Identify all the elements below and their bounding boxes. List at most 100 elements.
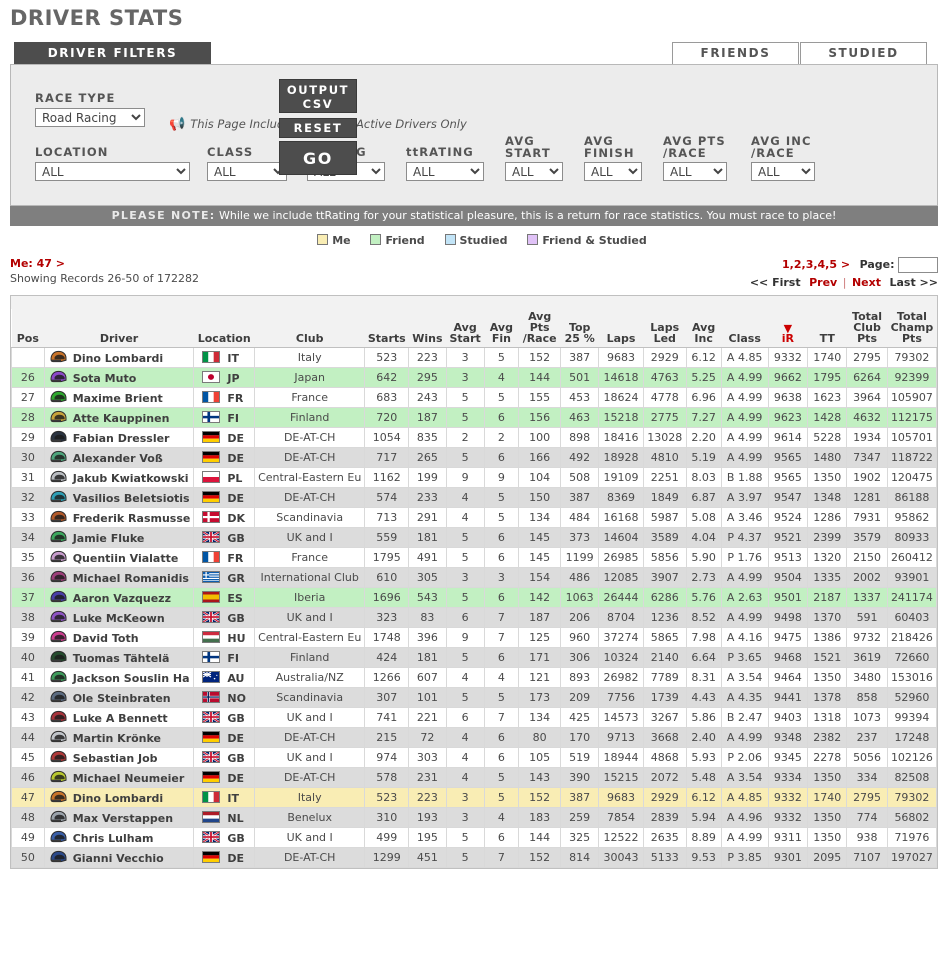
cell-top25: 486 — [560, 567, 600, 588]
tab-studied[interactable]: STUDIED — [800, 42, 927, 64]
cell-starts: 683 — [364, 387, 410, 408]
col-header-driver[interactable]: Driver — [44, 309, 194, 348]
table-row[interactable]: 43 Luke A Bennett GB UK and I 741 221 6 7 134 425… — [11, 707, 938, 728]
table-row[interactable]: 31 Jakub Kwiatkowski PL Central-Eastern Eu 1… — [11, 467, 938, 488]
table-row[interactable]: 27 Maxime Brient FR France 683 243 5 5 155 453 186… — [11, 387, 938, 408]
col-header-total-champ-pts[interactable]: Total Champ Pts — [887, 309, 937, 348]
last-page-link[interactable]: Last >> — [889, 276, 938, 289]
cell-laps: 12085 — [598, 567, 644, 588]
output-csv-button[interactable]: OUTPUT CSV — [279, 79, 357, 113]
reset-button[interactable]: RESET — [279, 118, 357, 138]
cell-tt-text: 2278 — [813, 751, 842, 764]
col-header-pos[interactable]: Pos — [11, 309, 45, 348]
cell-ir-text: 9498 — [773, 611, 802, 624]
col-header-avg-start[interactable]: Avg Start — [446, 309, 485, 348]
col-header-laps-led[interactable]: Laps Led — [643, 309, 687, 348]
table-row[interactable]: 29 Fabian Dressler DE DE-AT-CH 1054 835 2 2 100 8… — [11, 427, 938, 448]
cell-avg-inc: 6.64 — [685, 647, 722, 668]
cell-top25-text: 170 — [569, 731, 591, 744]
avg-pts-race-select[interactable]: ALL — [663, 162, 727, 181]
col-header-ir[interactable]: ▼ iR — [768, 309, 808, 348]
table-row[interactable]: 41 Jackson Souslin Ha AU Australia/NZ 1266 60… — [11, 667, 938, 688]
first-page-link[interactable]: << First — [750, 276, 801, 289]
cell-avg-start: 4 — [445, 747, 485, 768]
cell-laps-text: 9683 — [607, 351, 636, 364]
col-header-wins[interactable]: Wins — [408, 309, 446, 348]
cell-driver: Sota Muto — [43, 367, 195, 388]
table-row[interactable]: Dino Lombardi IT Italy 523 223 3 5 152 387 9683 29… — [11, 347, 938, 368]
table-row[interactable]: 28 Atte Kauppinen FI Finland 720 187 5 6 156 463 1… — [11, 407, 938, 428]
go-button[interactable]: GO — [279, 141, 357, 175]
table-row[interactable]: 48 Max Verstappen NL Benelux 310 193 3 4 183 259 7… — [11, 807, 938, 828]
cell-laps-led: 5987 — [642, 507, 687, 528]
table-row[interactable]: 40 Tuomas Tähtelä FI Finland 424 181 5 6 171 306 1… — [11, 647, 938, 668]
cell-ir: 9501 — [767, 587, 809, 608]
table-row[interactable]: 39 David Toth HU Central-Eastern Eu 1748 396 9… — [11, 627, 938, 648]
avg-start-select[interactable]: ALL — [505, 162, 563, 181]
cell-wins-text: 265 — [416, 451, 438, 464]
table-row[interactable]: 38 Luke McKeown GB UK and I 323 83 6 7 187 206 870… — [11, 607, 938, 628]
table-row[interactable]: 33 Frederik Rasmusse DK Scandinavia 713 291 4 5… — [11, 507, 938, 528]
next-page-link[interactable]: Next — [852, 276, 881, 289]
col-header-total-club-pts[interactable]: Total Club Pts — [846, 309, 888, 348]
table-row[interactable]: 46 Michael Neumeier DE DE-AT-CH 578 231 4 5 143 3… — [11, 767, 938, 788]
col-header-tt[interactable]: TT — [807, 309, 847, 348]
table-row[interactable]: 30 Alexander Voß DE DE-AT-CH 717 265 5 6 166 492 1… — [11, 447, 938, 468]
cell-class: A 4.35 — [720, 687, 769, 708]
cell-ir: 9498 — [767, 607, 809, 628]
col-header-class[interactable]: Class — [721, 309, 769, 348]
col-header-location[interactable]: Location — [193, 309, 255, 348]
table-row[interactable]: 45 Sebastian Job GB UK and I 974 303 4 6 105 519 1… — [11, 747, 938, 768]
ttrating-select[interactable]: ALL — [406, 162, 484, 181]
tab-friends[interactable]: FRIENDS — [672, 42, 799, 64]
cell-starts-text: 578 — [376, 771, 398, 784]
page-number-links[interactable]: 1,2,3,4,5 > — [782, 258, 850, 271]
cell-total-champ-pts-text: 102126 — [890, 751, 933, 764]
col-header-avg-inc[interactable]: Avg Inc — [686, 309, 722, 348]
cell-avg-pts-race-text: 121 — [529, 671, 551, 684]
col-header-top25[interactable]: Top 25 % — [560, 309, 599, 348]
table-row[interactable]: 37 Aaron Vazquezz ES Iberia 1696 543 5 6 142 1063… — [11, 587, 938, 608]
cell-club: Iberia — [254, 587, 366, 608]
table-row[interactable]: 50 Gianni Vecchio DE DE-AT-CH 1299 451 5 7 152 81… — [11, 847, 938, 868]
cell-avg-start-text: 5 — [461, 411, 469, 424]
driver-stats-table-container: Pos Driver Location Club Starts Wins Avg… — [10, 295, 938, 869]
cell-total-club-pts-text: 2795 — [853, 791, 882, 804]
table-row[interactable]: 32 Vasilios Beletsiotis DE DE-AT-CH 574 233 4 5… — [11, 487, 938, 508]
page-input[interactable] — [898, 257, 938, 273]
location-select[interactable]: ALL — [35, 162, 190, 181]
cell-starts: 1162 — [364, 467, 410, 488]
cell-wins: 607 — [408, 667, 447, 688]
table-row[interactable]: 26 Sota Muto JP Japan 642 295 3 4 144 501 14618 476… — [11, 367, 938, 388]
cell-location-text: ES — [227, 591, 243, 605]
table-row[interactable]: 49 Chris Lulham GB UK and I 499 195 5 6 144 325 12… — [11, 827, 938, 848]
avg-inc-race-select[interactable]: ALL — [751, 162, 815, 181]
cell-tt: 2382 — [807, 727, 848, 748]
table-row[interactable]: 36 Michael Romanidis GR International Club 6… — [11, 567, 938, 588]
table-row[interactable]: 47 Dino Lombardi IT Italy 523 223 3 5 152 387 9683… — [11, 787, 938, 808]
table-row[interactable]: 34 Jamie Fluke GB UK and I 559 181 5 6 145 373 146… — [11, 527, 938, 548]
cell-total-club-pts: 2150 — [846, 547, 888, 568]
cell-top25: 259 — [560, 807, 600, 828]
cell-avg-fin: 9 — [483, 467, 520, 488]
class-select[interactable]: ALL — [207, 162, 287, 181]
tab-driver-filters[interactable]: DRIVER FILTERS — [14, 42, 211, 64]
table-row[interactable]: 42 Ole Steinbraten NO Scandinavia 307 101 5 5 17… — [11, 687, 938, 708]
cell-driver-text: David Toth — [72, 632, 139, 645]
table-row[interactable]: 44 Martin Krönke DE DE-AT-CH 215 72 4 6 80 170 971… — [11, 727, 938, 748]
col-header-avg-pts-race[interactable]: Avg Pts/Race — [518, 309, 561, 348]
cell-avg-inc: 8.89 — [685, 827, 722, 848]
cell-laps-led: 3267 — [642, 707, 687, 728]
col-header-laps[interactable]: Laps — [598, 309, 644, 348]
table-row[interactable]: 35 Quentiin Vialatte FR France 1795 491 5 6 145 1… — [11, 547, 938, 568]
prev-page-link[interactable]: Prev — [809, 276, 837, 289]
col-header-club[interactable]: Club — [254, 309, 365, 348]
avg-finish-select[interactable]: ALL — [584, 162, 642, 181]
cell-class: A 4.85 — [720, 787, 769, 808]
cell-avg-start-text: 5 — [461, 831, 469, 844]
cell-avg-inc: 4.04 — [685, 527, 722, 548]
col-header-avg-fin[interactable]: Avg Fin — [484, 309, 519, 348]
cell-pos: 33 — [11, 507, 45, 528]
race-type-select[interactable]: Road Racing — [35, 108, 145, 127]
col-header-starts[interactable]: Starts — [364, 309, 409, 348]
